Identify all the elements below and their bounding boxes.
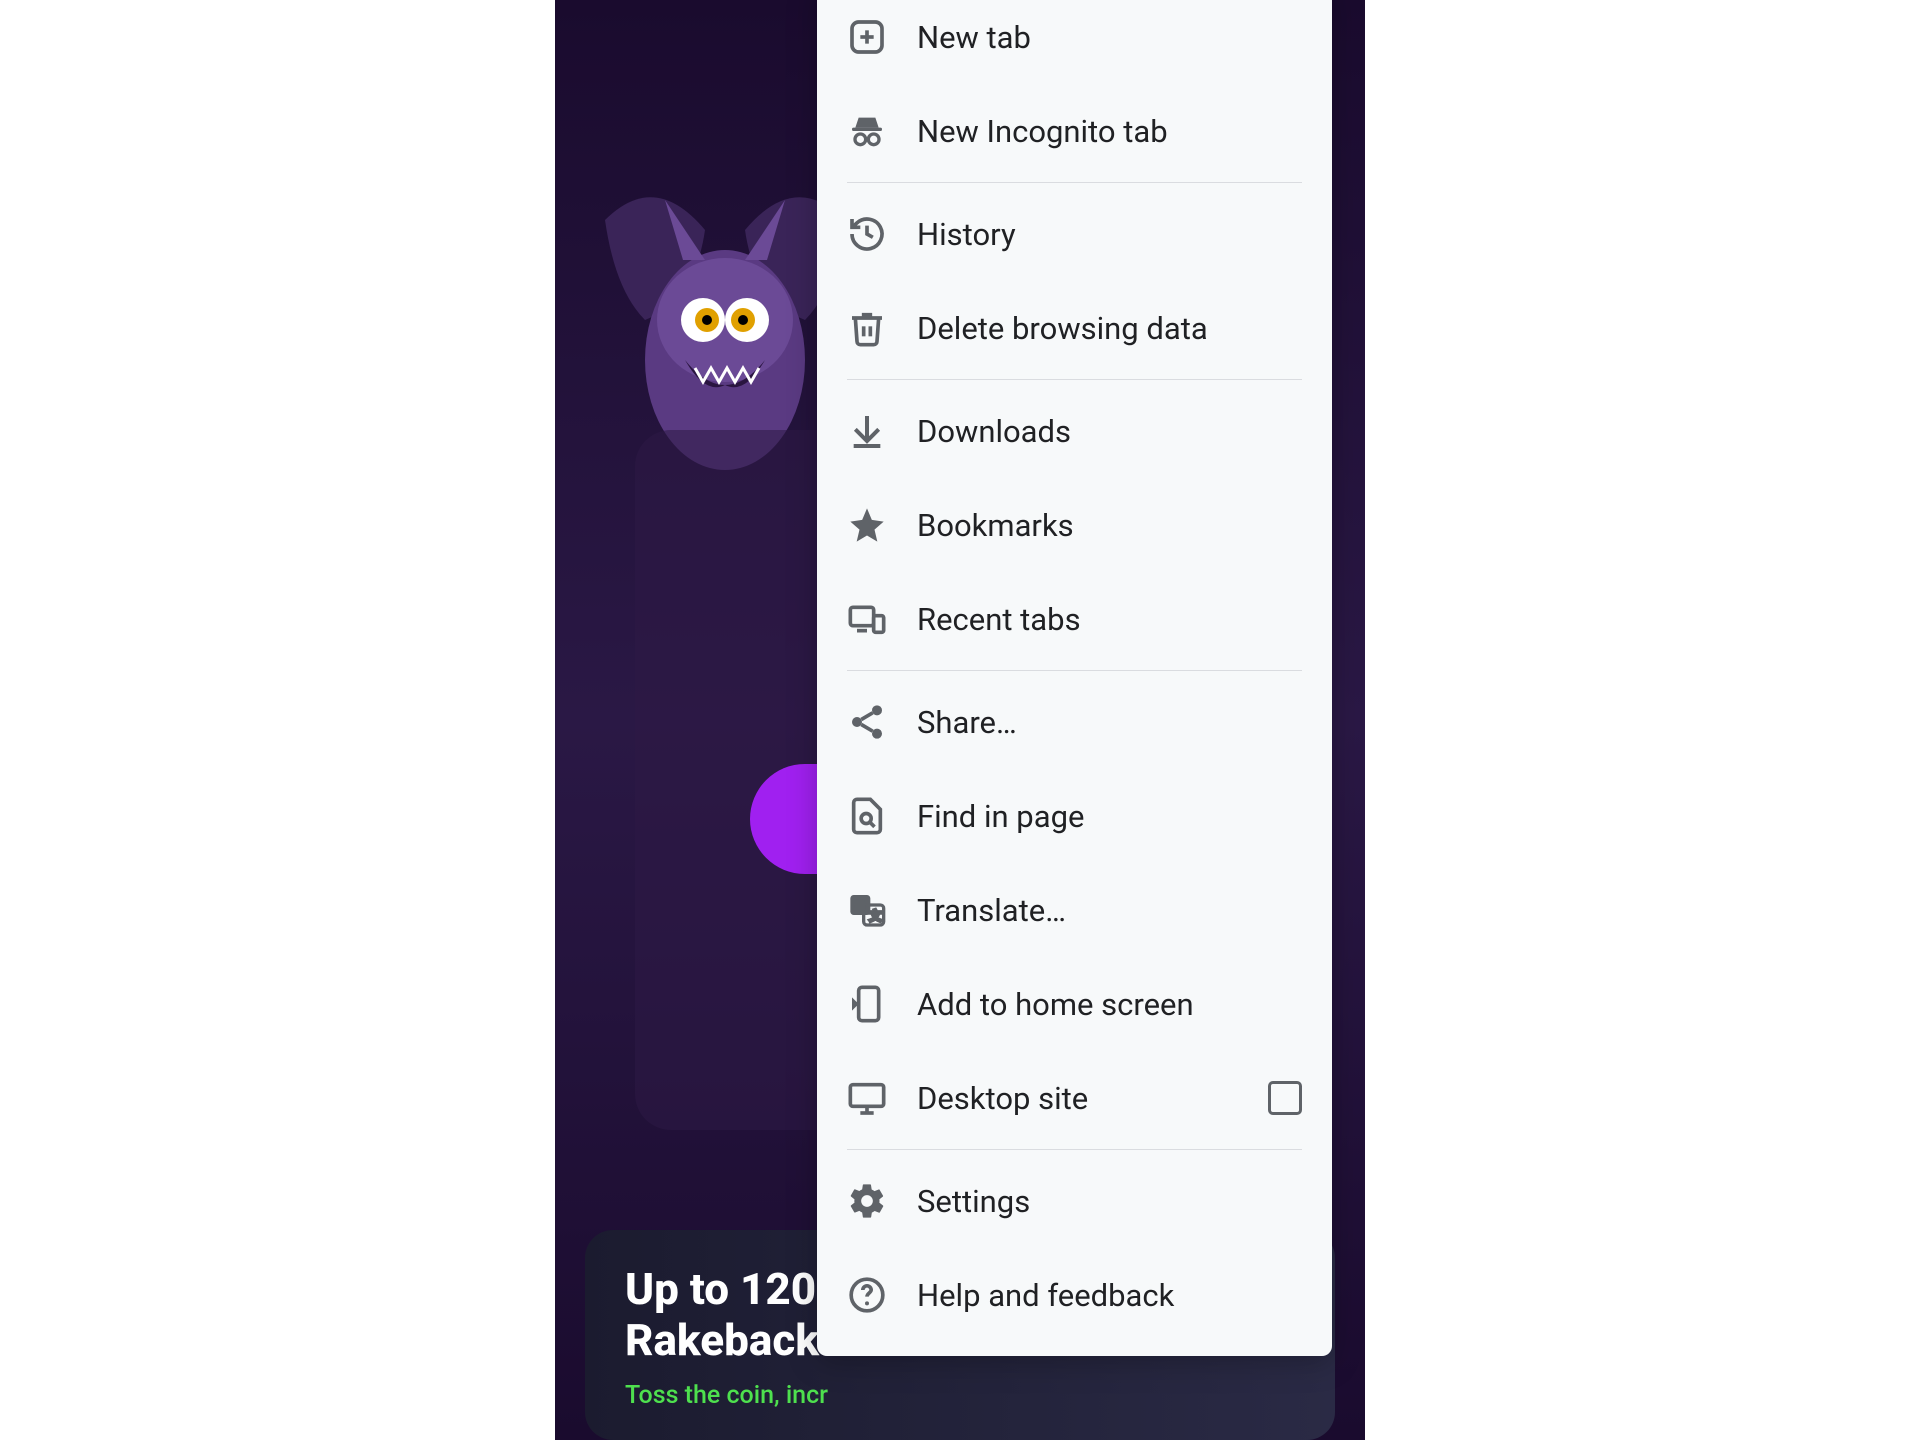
menu-label: Share… (917, 704, 1302, 741)
menu-label: Translate… (917, 892, 1302, 929)
translate-icon: G 文 (847, 890, 887, 930)
add-to-home-icon (847, 984, 887, 1024)
menu-item-help[interactable]: Help and feedback (817, 1248, 1332, 1342)
history-icon (847, 214, 887, 254)
menu-item-translate[interactable]: G 文 Translate… (817, 863, 1332, 957)
menu-divider (847, 379, 1302, 380)
menu-item-bookmarks[interactable]: Bookmarks (817, 478, 1332, 572)
menu-item-settings[interactable]: Settings (817, 1154, 1332, 1248)
menu-label: Recent tabs (917, 601, 1302, 638)
menu-divider (847, 670, 1302, 671)
menu-divider (847, 182, 1302, 183)
menu-item-share[interactable]: Share… (817, 675, 1332, 769)
desktop-site-checkbox[interactable] (1268, 1081, 1302, 1115)
rakeback-subtext: Toss the coin, incr (625, 1381, 1295, 1410)
menu-item-downloads[interactable]: Downloads (817, 384, 1332, 478)
menu-item-add-home[interactable]: Add to home screen (817, 957, 1332, 1051)
svg-text:G: G (855, 899, 864, 914)
find-in-page-icon (847, 796, 887, 836)
menu-item-delete-data[interactable]: Delete browsing data (817, 281, 1332, 375)
menu-item-incognito[interactable]: New Incognito tab (817, 84, 1332, 178)
menu-item-history[interactable]: History (817, 187, 1332, 281)
menu-label: Help and feedback (917, 1277, 1302, 1314)
gear-icon (847, 1181, 887, 1221)
desktop-icon (847, 1078, 887, 1118)
menu-label: Desktop site (917, 1080, 1268, 1117)
help-icon (847, 1275, 887, 1315)
menu-label: Delete browsing data (917, 310, 1302, 347)
menu-label: Bookmarks (917, 507, 1302, 544)
share-icon (847, 702, 887, 742)
menu-label: Downloads (917, 413, 1302, 450)
menu-label: Find in page (917, 798, 1302, 835)
menu-item-new-tab[interactable]: New tab (817, 0, 1332, 84)
plus-box-icon (847, 17, 887, 57)
devices-icon (847, 599, 887, 639)
svg-text:文: 文 (869, 909, 882, 923)
incognito-icon (847, 111, 887, 151)
menu-label: Add to home screen (917, 986, 1302, 1023)
download-icon (847, 411, 887, 451)
menu-item-recent-tabs[interactable]: Recent tabs (817, 572, 1332, 666)
star-icon (847, 505, 887, 545)
menu-label: New tab (917, 19, 1302, 56)
menu-label: Settings (917, 1183, 1302, 1220)
menu-label: New Incognito tab (917, 113, 1302, 150)
menu-divider (847, 1149, 1302, 1150)
browser-overflow-menu: New tab New Incognito tab History (817, 0, 1332, 1356)
trash-icon (847, 308, 887, 348)
menu-item-find-in-page[interactable]: Find in page (817, 769, 1332, 863)
menu-item-desktop-site[interactable]: Desktop site (817, 1051, 1332, 1145)
menu-label: History (917, 216, 1302, 253)
